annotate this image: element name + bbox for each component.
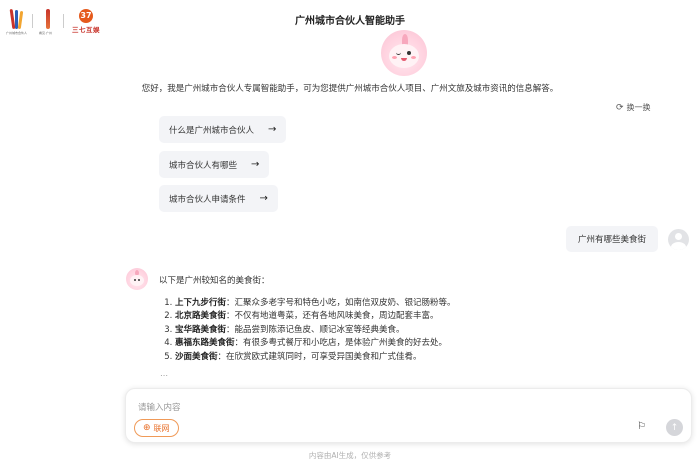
arrow-right-icon: → xyxy=(251,159,260,170)
suggestion-chip[interactable]: 城市合伙人有哪些 → xyxy=(159,151,270,178)
suggestion-chip[interactable]: 什么是广州城市合伙人 → xyxy=(159,116,287,143)
answer-actions-icons[interactable]: ⋯ xyxy=(160,371,170,380)
message-composer[interactable]: 请输入内容 ⊕ 联网 ⚐ ↑ xyxy=(125,388,692,443)
globe-icon: ⊕ xyxy=(143,423,151,433)
suggestion-label: 什么是广州城市合伙人 xyxy=(169,125,255,136)
web-toggle-label: 联网 xyxy=(153,423,170,433)
arrow-right-icon: → xyxy=(268,124,277,135)
logo-caption: 看见·广州 xyxy=(39,31,52,35)
list-item: 惠福东路美食街：有很多粤式餐厅和小吃店，是体验广州美食的好去处。 xyxy=(175,337,456,351)
assistant-answer: 以下是广州较知名的美食街： 上下九步行街：汇聚众多老字号和特色小吃，如南信双皮奶… xyxy=(159,275,456,364)
web-search-toggle[interactable]: ⊕ 联网 xyxy=(134,419,179,437)
flag-icon[interactable]: ⚐ xyxy=(637,421,646,432)
answer-intro: 以下是广州较知名的美食街： xyxy=(159,276,270,286)
list-item: 上下九步行街：汇聚众多老字号和特色小吃，如南信双皮奶、银记肠粉等。 xyxy=(175,297,456,311)
send-button[interactable]: ↑ xyxy=(666,419,683,436)
welcome-greeting: 您好，我是广州城市合伙人专属智能助手，可为您提供广州城市合伙人项目、广州文旅及城… xyxy=(141,84,559,94)
list-item: 北京路美食街：不仅有地道粤菜，还有各地风味美食，周边配套丰富。 xyxy=(175,310,456,324)
list-item: 宝华路美食街：能品尝到陈添记鱼皮、顺记冰室等经典美食。 xyxy=(175,324,456,338)
food-street-list: 上下九步行街：汇聚众多老字号和特色小吃，如南信双皮奶、银记肠粉等。 北京路美食街… xyxy=(159,297,456,365)
assistant-avatar xyxy=(381,30,427,76)
arrow-right-icon: → xyxy=(259,193,268,204)
page-title: 广州城市合伙人智能助手 xyxy=(295,16,405,27)
suggestion-chip[interactable]: 城市合伙人申请条件 → xyxy=(159,185,278,212)
user-avatar xyxy=(668,229,689,250)
suggestion-label: 城市合伙人有哪些 xyxy=(169,160,238,171)
list-item: 沙面美食街：在欣赏欧式建筑同时，可享受异国美食和广式佳肴。 xyxy=(175,351,456,365)
refresh-icon: ⟳ xyxy=(616,102,624,113)
arrow-up-icon: ↑ xyxy=(670,422,679,433)
user-message-bubble: 广州有哪些美食街 xyxy=(566,226,659,252)
logo-caption: 广州城市合伙人 xyxy=(6,31,28,35)
refresh-suggestions-button[interactable]: ⟳ 换一换 xyxy=(616,102,651,113)
refresh-label: 换一换 xyxy=(626,103,651,112)
assistant-avatar-small xyxy=(126,268,148,290)
ai-disclaimer: 内容由AI生成，仅供参考 xyxy=(308,451,392,460)
suggestion-label: 城市合伙人申请条件 xyxy=(169,194,246,205)
message-input[interactable]: 请输入内容 xyxy=(138,401,181,413)
